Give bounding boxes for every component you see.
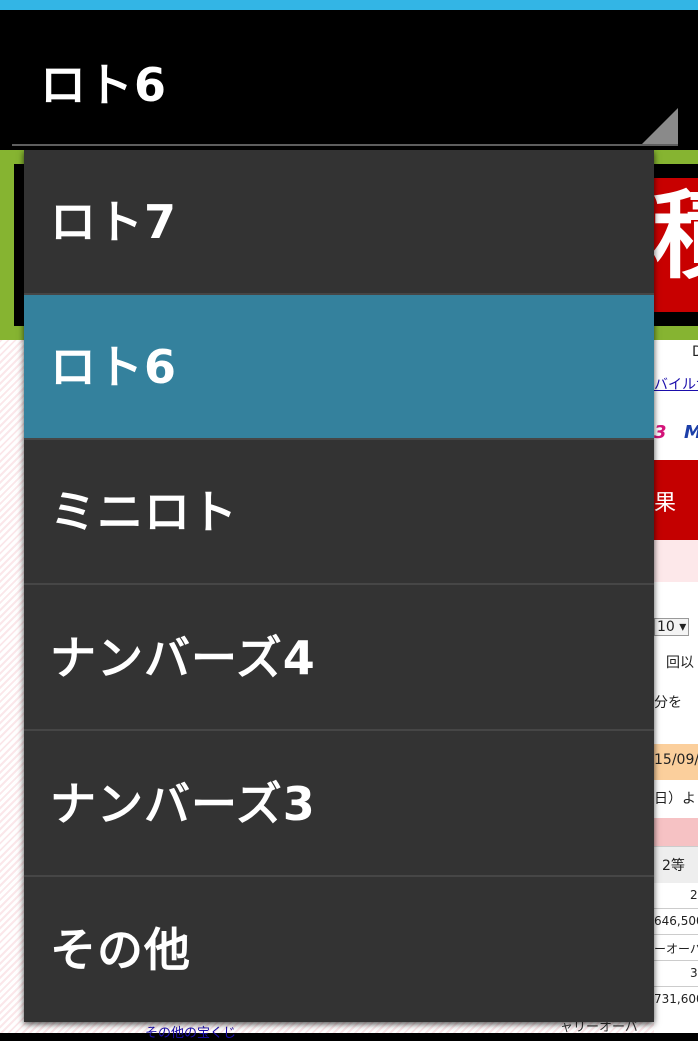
dropdown-item-loto6[interactable]: ロト6 [24,295,654,440]
dropdown-item-numbers3[interactable]: ナンバーズ3 [24,732,654,877]
logo-3[interactable]: 3 [654,422,667,443]
table-divider [654,960,698,961]
dropdown-item-label: ナンバーズ4 [50,631,316,685]
spinner-underline [12,144,678,146]
lottery-type-dropdown-list: ロト7 ロト6 ミニロト ナンバーズ4 ナンバーズ3 その他 [24,150,654,1022]
dropdown-item-label: ミニロト [50,485,238,539]
results-header: 果 [654,460,698,540]
date-text: 15/09/2 [654,752,698,768]
other-lottery-link[interactable]: その他の宝くじ [145,1022,236,1041]
pink-section [654,540,698,582]
web-content-visible-strip: D バイルサ 3 M 果 10 ▾ 回以 分を 15/09/2 日）より 2等 … [654,340,698,1033]
dropdown-item-label: ロト7 [50,195,178,249]
table-cell: 3 [690,966,698,980]
table-divider [654,934,698,935]
table-cell: 646,500 [654,914,698,928]
table-cell: 2 [690,888,698,902]
spinner-dropdown-indicator-icon [642,108,678,144]
table-cell: 731,600 [654,992,698,1006]
lottery-type-spinner[interactable]: ロト6 [12,50,678,146]
dropdown-item-label: ナンバーズ3 [50,777,316,831]
banner-red-block: 積 [654,178,698,312]
status-accent-line [0,0,698,10]
dropdown-item-label: ロト6 [50,340,178,394]
date-row: 15/09/2 [654,744,698,780]
table-divider [654,986,698,987]
results-char: 果 [654,491,677,516]
page-text-d: D [692,344,698,360]
mobile-site-link[interactable]: バイルサ [654,374,698,394]
table-header-band [654,818,698,846]
minutes-label: 分を [654,695,682,711]
dropdown-item-miniloto[interactable]: ミニロト [24,440,654,585]
since-label: 回以 [666,655,694,671]
app-header: ロト6 [0,10,698,150]
dropdown-item-numbers4[interactable]: ナンバーズ4 [24,586,654,731]
logo-m[interactable]: M [684,422,698,443]
day-from-text: 日）より [654,791,698,807]
dropdown-item-other[interactable]: その他 [24,878,654,1023]
spinner-selected-value: ロト6 [40,58,168,112]
table-divider [654,908,698,909]
table-cell: ーオーバ [654,942,698,956]
table-rank-row: 2等 [654,846,698,883]
dropdown-item-loto7[interactable]: ロト7 [24,150,654,295]
rank-2-label: 2等 [662,858,685,874]
dropdown-item-label: その他 [50,923,191,977]
banner-char: 積 [654,186,698,286]
count-select[interactable]: 10 ▾ [654,618,690,636]
